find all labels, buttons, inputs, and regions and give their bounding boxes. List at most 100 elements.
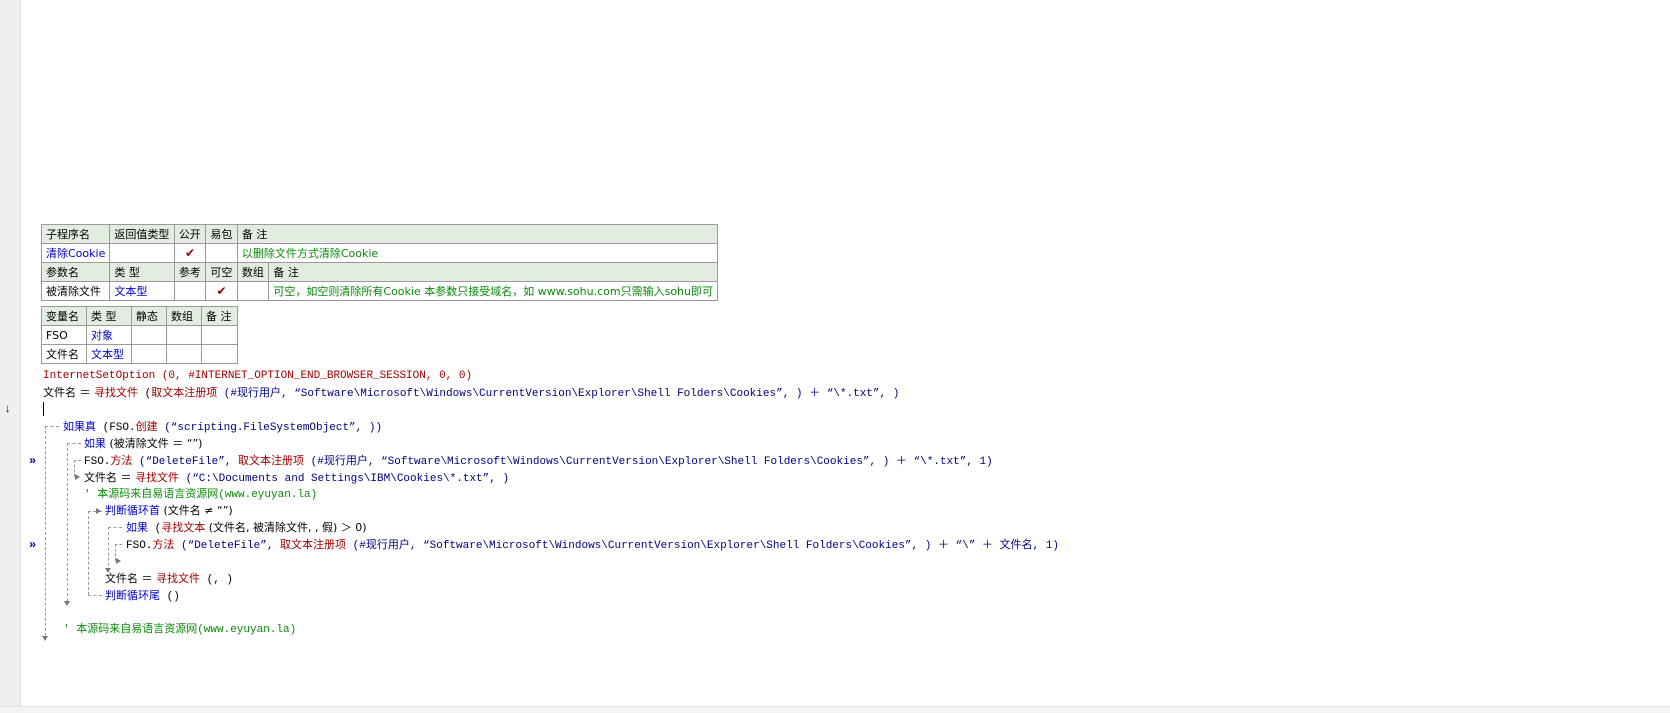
header-cell: 参数名 (40, 262, 111, 282)
return-type-cell[interactable] (109, 243, 175, 263)
line-gutter[interactable]: ↓ » » (0, 0, 36, 712)
flow-guide-line (108, 527, 122, 528)
code-comment[interactable]: ' 本源码来自易语言资源网(www.eyuyan.la) (84, 487, 317, 503)
variable-note-cell[interactable] (201, 325, 238, 345)
flow-guide-line (45, 426, 46, 636)
header-cell: 易包 (205, 224, 238, 244)
code-line[interactable]: 如果真 (FSO.创建 (“scripting.FileSystemObject… (63, 419, 382, 435)
code-token: 取文本注册项 (151, 386, 218, 399)
code-token: (#现行用户, “Software\Microsoft\Windows\Curr… (304, 456, 993, 468)
code-line[interactable]: InternetSetOption (0, #INTERNET_OPTION_E… (43, 368, 472, 384)
code-token: (“DeleteFile”, (132, 456, 239, 468)
flow-arrow-down-icon (64, 601, 70, 606)
code-token: (#现行用户, “Software\Microsoft\Windows\Curr… (346, 540, 1059, 552)
header-cell: 静态 (131, 306, 167, 326)
code-comment[interactable]: ' 本源码来自易语言资源网(www.eyuyan.la) (63, 622, 296, 638)
flow-guide-line (108, 527, 109, 571)
code-token: 文件名 ＝ (84, 471, 135, 484)
code-token: 文件名 ＝ (43, 386, 94, 399)
line-marker-icon[interactable]: » (29, 454, 36, 468)
code-token: 判断循环尾 (105, 589, 160, 602)
code-token: (#现行用户, “Software\Microsoft\Windows\Curr… (217, 388, 900, 400)
header-cell: 备 注 (268, 262, 718, 282)
code-token: 如果 (126, 521, 148, 534)
easy-package-cell[interactable] (205, 243, 238, 263)
header-cell: 类 型 (86, 306, 132, 326)
code-line[interactable]: FSO.方法 (“DeleteFile”, 取文本注册项 (#现行用户, “So… (126, 537, 1059, 553)
param-name-cell[interactable]: 被清除文件 (40, 281, 111, 301)
code-token: (文件名 ≠ “”) (160, 504, 233, 517)
flow-arrow-right-icon (75, 474, 80, 480)
variable-array-cell[interactable] (166, 344, 202, 364)
header-cell: 备 注 (201, 306, 238, 326)
code-token: 寻找文件 (135, 471, 179, 484)
header-cell: 公开 (173, 224, 207, 244)
code-line[interactable]: FSO.方法 (“DeleteFile”, 取文本注册项 (#现行用户, “So… (84, 453, 993, 469)
code-token: 文件名 ＝ (105, 572, 156, 585)
code-token: ( (138, 388, 152, 400)
code-token: 取文本注册项 (238, 454, 305, 467)
code-token: FSO. (84, 456, 111, 468)
variable-static-cell[interactable] (131, 344, 167, 364)
header-cell: 类 型 (109, 262, 175, 282)
param-note-cell[interactable]: 可空，如空则清除所有Cookie 本参数只接受域名，如 www.sohu.com… (268, 281, 718, 301)
code-token: 判断循环首 (105, 504, 160, 517)
public-checkmark-icon[interactable]: ✔ (173, 243, 207, 263)
flow-guide-line (115, 544, 122, 545)
code-token: (“DeleteFile”, (174, 540, 281, 552)
header-cell: 可空 (205, 262, 238, 282)
code-line[interactable]: 判断循环尾 () (105, 588, 180, 604)
code-line[interactable]: 文件名 ＝ 寻找文件 (, ) (105, 571, 233, 587)
variable-note-cell[interactable] (201, 344, 238, 364)
subroutine-note-cell[interactable]: 以删除文件方式清除Cookie (236, 243, 719, 263)
code-token: (FSO. (96, 422, 136, 434)
param-array-cell[interactable] (236, 281, 270, 301)
flow-arrow-right-icon (116, 558, 121, 564)
code-token: (文件名, 被清除文件, , 假) ＞ 0) (205, 521, 367, 534)
header-cell: 返回值类型 (109, 224, 175, 244)
code-line[interactable]: 判断循环首 (文件名 ≠ “”) (105, 503, 233, 519)
variable-array-cell[interactable] (166, 325, 202, 345)
code-token: 取文本注册项 (280, 538, 347, 551)
code-token: 寻找文件 (156, 572, 200, 585)
header-cell: 数组 (166, 306, 202, 326)
code-token: (, ) (200, 574, 234, 586)
code-line[interactable]: 如果 (被清除文件 ＝ “”) (84, 436, 202, 452)
subroutine-name-cell[interactable]: 清除Cookie (40, 243, 111, 263)
variable-type-cell[interactable]: 文本型 (86, 344, 132, 364)
variable-type-cell[interactable]: 对象 (86, 325, 132, 345)
code-token: 方法 (110, 454, 133, 467)
code-line[interactable]: 如果 (寻找文本 (文件名, 被清除文件, , 假) ＞ 0) (126, 520, 367, 536)
header-cell: 数组 (236, 262, 270, 282)
code-token: 创建 (135, 420, 158, 433)
code-token: (“C:\Documents and Settings\IBM\Cookies\… (179, 473, 510, 485)
flow-arrow-down-icon (42, 636, 48, 641)
flow-guide-line (88, 511, 89, 595)
variable-name-cell[interactable]: 文件名 (41, 344, 87, 364)
variable-static-cell[interactable] (131, 325, 167, 345)
code-token: FSO. (126, 540, 153, 552)
flow-guide-line (45, 426, 59, 427)
current-line-arrow-icon: ↓ (4, 402, 12, 416)
code-line[interactable]: 文件名 ＝ 寻找文件 (取文本注册项 (#现行用户, “Software\Mic… (43, 385, 899, 401)
flow-guide-line (74, 460, 81, 461)
code-token: (被清除文件 ＝ “”) (106, 437, 203, 450)
local-variable-table: 变量名 类 型 静态 数组 备 注 FSO 对象 文件名 文本型 (41, 306, 238, 364)
subroutine-declaration-table: 子程序名 返回值类型 公开 易包 备 注 清除Cookie ✔ 以删除文件方式清… (40, 224, 719, 301)
code-token: 如果 (84, 437, 106, 450)
code-token: (“scripting.FileSystemObject”, )) (157, 422, 383, 434)
code-token: ( (148, 523, 162, 535)
flow-guide-line (67, 443, 68, 601)
param-ref-cell[interactable] (173, 281, 207, 301)
header-cell: 子程序名 (40, 224, 111, 244)
flow-guide-line (88, 595, 102, 596)
header-cell: 备 注 (236, 224, 719, 244)
code-line[interactable]: 文件名 ＝ 寻找文件 (“C:\Documents and Settings\I… (84, 470, 509, 486)
code-token: 方法 (152, 538, 175, 551)
variable-name-cell[interactable]: FSO (41, 325, 87, 345)
line-marker-icon[interactable]: » (29, 538, 36, 552)
nullable-checkmark-icon[interactable]: ✔ (205, 281, 238, 301)
code-token: 寻找文件 (94, 386, 138, 399)
code-token: 寻找文本 (161, 521, 206, 534)
param-type-cell[interactable]: 文本型 (109, 281, 175, 301)
